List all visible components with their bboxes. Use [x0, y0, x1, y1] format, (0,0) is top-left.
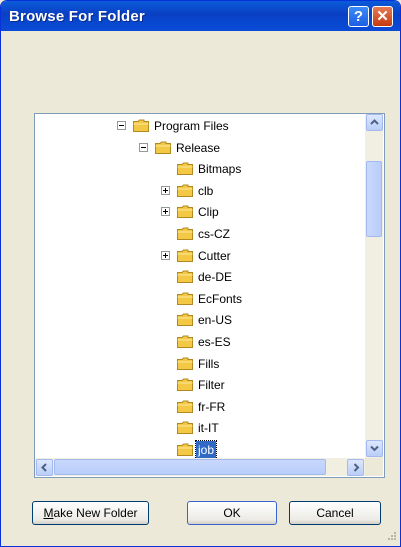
window-title: Browse For Folder — [9, 8, 145, 25]
make-new-folder-label: ake New Folder — [53, 506, 138, 520]
help-button[interactable]: ? — [348, 6, 369, 27]
folder-icon — [177, 357, 193, 370]
folder-icon — [177, 249, 193, 262]
tree-item-label: Fills — [198, 357, 220, 371]
tree-item-label: it-IT — [198, 421, 219, 435]
ok-label: OK — [223, 506, 241, 520]
help-icon: ? — [353, 8, 364, 25]
tree-item-label: job — [194, 440, 218, 460]
expand-icon[interactable] — [161, 186, 170, 195]
expand-icon[interactable] — [161, 251, 170, 260]
tree-item-label: de-DE — [198, 270, 233, 284]
folder-icon — [177, 443, 193, 456]
tree-item-label: cs-CZ — [198, 227, 230, 241]
arrow-up-icon — [370, 119, 379, 125]
tree-item-label: EcFonts — [198, 292, 243, 306]
tree-item-label: en-US — [198, 313, 233, 327]
tree-item-label: Clip — [198, 205, 219, 219]
arrow-left-icon — [41, 463, 47, 472]
tree-item-label: Cutter — [198, 249, 231, 263]
tree-item[interactable]: Clip — [35, 203, 365, 221]
title-bar[interactable]: Browse For Folder ? ✕ — [1, 1, 400, 31]
close-button[interactable]: ✕ — [372, 6, 393, 27]
tree-item[interactable]: Bitmaps — [35, 160, 365, 178]
tree-item-label: fr-FR — [198, 400, 226, 414]
tree-item[interactable]: Release — [35, 139, 365, 157]
vertical-scrollbar[interactable] — [365, 114, 383, 458]
tree-item[interactable]: it-IT — [35, 419, 365, 437]
tree-item[interactable]: Filter — [35, 376, 365, 394]
folder-icon — [177, 421, 193, 434]
close-icon: ✕ — [376, 8, 389, 25]
folder-icon — [177, 378, 193, 391]
folder-icon — [155, 141, 171, 154]
tree-item[interactable]: job — [35, 440, 365, 460]
folder-icon — [177, 270, 193, 283]
tree-item[interactable]: de-DE — [35, 268, 365, 286]
folder-icon — [177, 184, 193, 197]
tree-item[interactable]: Cutter — [35, 247, 365, 265]
collapse-icon[interactable] — [117, 121, 126, 130]
folder-icon — [177, 335, 193, 348]
tree-item[interactable]: fr-FR — [35, 398, 365, 416]
collapse-icon[interactable] — [139, 143, 148, 152]
tree-item-label: es-ES — [198, 335, 231, 349]
folder-icon — [177, 313, 193, 326]
scroll-left-button[interactable] — [36, 459, 53, 476]
tree-item-label: Program Files — [154, 119, 229, 133]
tree-item-label: clb — [198, 184, 214, 198]
resize-grip-icon[interactable] — [385, 531, 397, 543]
tree-item[interactable]: EcFonts — [35, 290, 365, 308]
tree-item-label: Bitmaps — [198, 162, 242, 176]
cancel-label: Cancel — [316, 506, 354, 520]
tree-item[interactable]: Fills — [35, 355, 365, 373]
horizontal-scroll-thumb[interactable] — [54, 459, 326, 475]
scroll-down-button[interactable] — [366, 440, 383, 457]
tree-item[interactable]: clb — [35, 182, 365, 200]
cancel-button[interactable]: Cancel — [289, 501, 381, 525]
browse-for-folder-dialog: Browse For Folder ? ✕ Program Files Relea… — [0, 0, 401, 547]
arrow-down-icon — [370, 445, 379, 452]
ok-button[interactable]: OK — [187, 501, 277, 525]
folder-tree[interactable]: Program Files Release Bitmaps clb Clip cs-CZ C… — [34, 113, 385, 478]
folder-icon — [177, 162, 193, 175]
expand-icon[interactable] — [161, 207, 170, 216]
scrollbar-corner — [365, 458, 383, 476]
scroll-up-button[interactable] — [366, 114, 383, 131]
scroll-right-button[interactable] — [347, 459, 364, 476]
make-new-folder-mnemonic: M — [43, 506, 54, 520]
folder-icon — [177, 205, 193, 218]
arrow-right-icon — [353, 463, 360, 472]
tree-item[interactable]: es-ES — [35, 333, 365, 351]
folder-icon — [177, 227, 193, 240]
tree-item-label: Filter — [198, 378, 225, 392]
tree-item-label: Release — [176, 141, 221, 155]
make-new-folder-button[interactable]: Make New Folder — [32, 501, 149, 525]
folder-icon — [177, 292, 193, 305]
folder-icon — [177, 400, 193, 413]
vertical-scroll-thumb[interactable] — [366, 161, 382, 237]
folder-icon — [133, 119, 149, 132]
tree-item[interactable]: en-US — [35, 311, 365, 329]
horizontal-scrollbar[interactable] — [35, 458, 365, 476]
tree-item[interactable]: Program Files — [35, 117, 365, 135]
tree-item[interactable]: cs-CZ — [35, 225, 365, 243]
